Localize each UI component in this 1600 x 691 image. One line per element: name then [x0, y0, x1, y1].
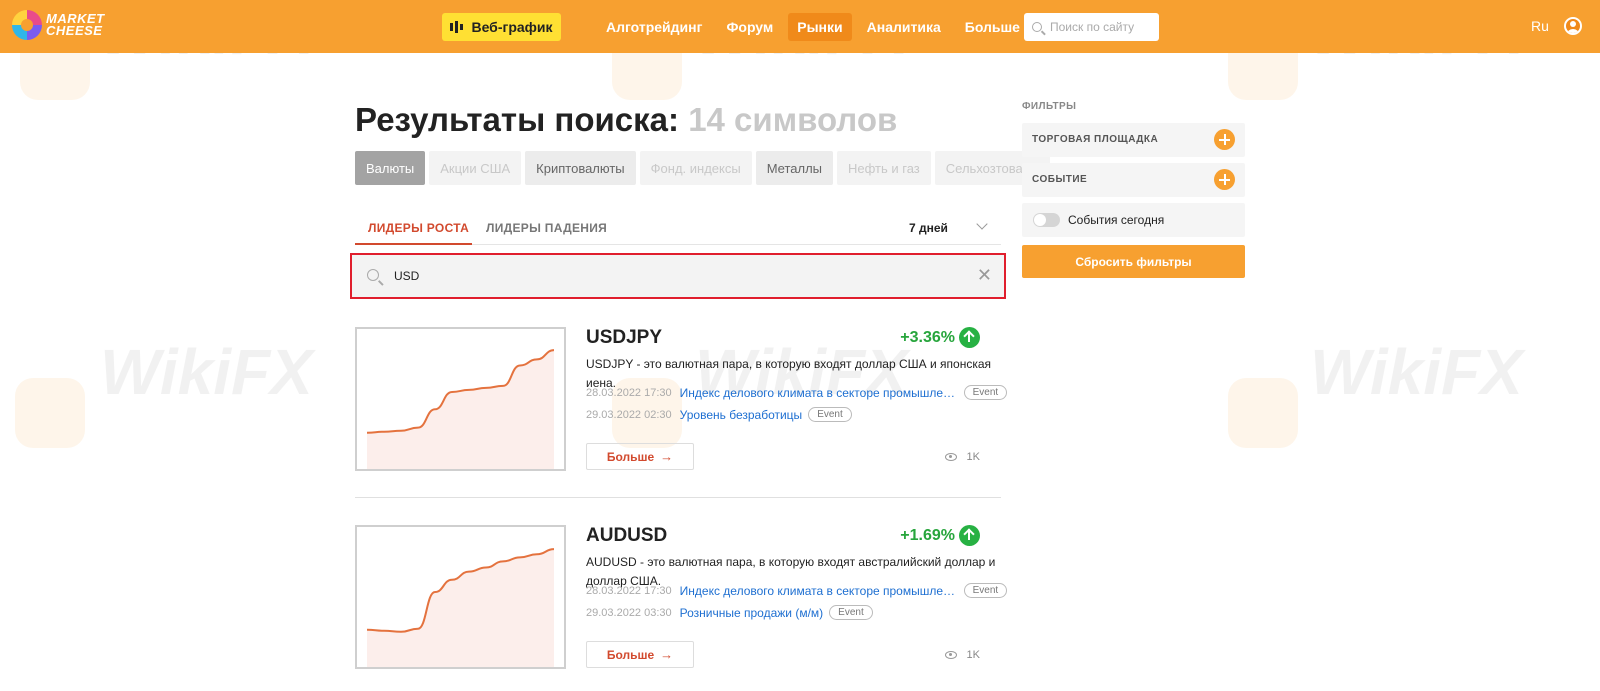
event-link[interactable]: Уровень безработицы — [680, 408, 803, 422]
web-chart-button[interactable]: Веб-график — [442, 13, 561, 41]
period-select[interactable]: 7 дней — [909, 221, 948, 235]
search-icon — [1032, 22, 1042, 32]
sparkline-chart[interactable] — [355, 327, 566, 471]
user-account-icon[interactable] — [1564, 17, 1582, 35]
symbol-search-input[interactable] — [394, 263, 934, 289]
results-count: 14 символов — [688, 101, 898, 138]
event-time: 29.03.2022 03:30 — [586, 606, 672, 619]
eye-icon — [944, 651, 957, 659]
plus-icon[interactable] — [1214, 169, 1235, 190]
category-oil-gas: Нефть и газ — [837, 151, 931, 185]
nav-item-forum[interactable]: Форум — [717, 13, 782, 41]
filters-title: ФИЛЬТРЫ — [1022, 101, 1077, 112]
eye-icon — [944, 453, 957, 461]
events-today-label: События сегодня — [1068, 213, 1165, 227]
event-tag: Event — [963, 385, 1008, 400]
category-filter: Валюты Акции США Криптовалюты Фонд. инде… — [355, 151, 1051, 185]
sparkline-svg — [366, 548, 555, 667]
event-tag: Event — [808, 407, 852, 422]
event-row: 29.03.2022 02:30 Уровень безработицы Eve… — [586, 407, 852, 422]
language-switcher[interactable]: Ru — [1531, 18, 1549, 34]
event-link[interactable]: Розничные продажи (м/м) — [680, 606, 824, 620]
tab-growth-leaders[interactable]: ЛИДЕРЫ РОСТА — [368, 221, 469, 235]
watermark-badge — [1228, 378, 1298, 448]
active-tab-indicator — [355, 243, 472, 245]
chevron-down-icon[interactable] — [976, 218, 988, 230]
top-header: MARKET CHEESE Веб-график Алготрейдинг Фо… — [0, 0, 1600, 53]
price-change: +3.36% — [900, 329, 955, 346]
category-currencies[interactable]: Валюты — [355, 151, 426, 185]
category-crypto[interactable]: Криптовалюты — [525, 151, 636, 185]
nav-item-algotrading[interactable]: Алготрейдинг — [597, 13, 711, 41]
symbol-search: ✕ — [350, 253, 1006, 299]
event-time: 28.03.2022 17:30 — [586, 584, 672, 597]
logo-text: MARKET CHEESE — [46, 12, 105, 38]
sparkline-area — [367, 350, 554, 469]
event-time: 28.03.2022 17:30 — [586, 386, 672, 399]
more-button-label: Больше — [606, 449, 655, 464]
arrow-right-icon: → — [660, 647, 674, 662]
views-count: 1K — [944, 451, 980, 463]
leaders-tabs: ЛИДЕРЫ РОСТА ЛИДЕРЫ ПАДЕНИЯ 7 дней — [355, 210, 1001, 245]
logo-text-line2: CHEESE — [46, 23, 103, 38]
sparkline-chart[interactable] — [355, 525, 566, 669]
sparkline-area — [367, 549, 554, 667]
arrow-right-icon: → — [660, 449, 674, 464]
event-row: 29.03.2022 03:30 Розничные продажи (м/м)… — [586, 605, 873, 620]
page-title-main: Результаты поиска: — [355, 101, 680, 138]
event-tag: Event — [829, 605, 873, 620]
filter-event[interactable]: СОБЫТИЕ — [1022, 163, 1245, 197]
more-button[interactable]: Больше → — [586, 641, 694, 668]
search-icon — [367, 269, 379, 281]
arrow-up-icon — [959, 525, 980, 546]
views-value: 1K — [966, 649, 980, 661]
web-chart-label: Веб-график — [471, 19, 553, 35]
watermark-badge — [15, 378, 85, 448]
sparkline-svg — [366, 349, 555, 469]
filter-events-today: События сегодня — [1022, 203, 1245, 237]
watermark: WikiFX — [100, 336, 313, 408]
event-row: 28.03.2022 17:30 Индекс делового климата… — [586, 583, 1008, 598]
more-button[interactable]: Больше → — [586, 443, 694, 470]
views-count: 1K — [944, 649, 980, 661]
tab-decline-leaders[interactable]: ЛИДЕРЫ ПАДЕНИЯ — [486, 221, 607, 235]
arrow-up-icon — [959, 327, 980, 348]
category-indices: Фонд. индексы — [639, 151, 752, 185]
page-title: Результаты поиска: 14 символов — [355, 101, 897, 139]
category-metals[interactable]: Металлы — [755, 151, 834, 185]
reset-filters-button[interactable]: Сбросить фильтры — [1022, 245, 1245, 278]
event-time: 29.03.2022 02:30 — [586, 408, 672, 421]
symbol-name[interactable]: USDJPY — [586, 327, 662, 349]
watermark: WikiFX — [1310, 336, 1523, 408]
site-search-input[interactable]: Поиск по сайту — [1024, 13, 1159, 41]
close-icon[interactable]: ✕ — [977, 266, 992, 284]
result-card: AUDUSD +1.69% AUDUSD - это валютная пара… — [355, 525, 1008, 691]
price-change: +1.69% — [900, 527, 955, 544]
page: WikiFX WikiFX WikiFX WikiFX WikiFX WikiF… — [0, 0, 1600, 691]
main-nav: Алготрейдинг Форум Рынки Аналитика Больш… — [597, 0, 1035, 53]
symbol-name[interactable]: AUDUSD — [586, 525, 667, 547]
candlestick-icon — [450, 21, 464, 33]
divider — [355, 497, 1001, 498]
filter-label: ТОРГОВАЯ ПЛОЩАДКА — [1032, 134, 1159, 145]
site-logo[interactable]: MARKET CHEESE — [12, 10, 105, 40]
plus-icon[interactable] — [1214, 129, 1235, 150]
nav-item-analytics[interactable]: Аналитика — [858, 13, 950, 41]
event-link[interactable]: Индекс делового климата в секторе промыш… — [680, 584, 958, 598]
event-link[interactable]: Индекс делового климата в секторе промыш… — [680, 386, 958, 400]
more-button-label: Больше — [606, 647, 655, 662]
event-row: 28.03.2022 17:30 Индекс делового климата… — [586, 385, 1008, 400]
filter-label: СОБЫТИЕ — [1032, 174, 1088, 185]
site-search-placeholder: Поиск по сайту — [1050, 20, 1135, 34]
event-tag: Event — [963, 583, 1008, 598]
category-us-stocks: Акции США — [429, 151, 522, 185]
nav-item-more[interactable]: Больше — [956, 13, 1029, 41]
result-card: USDJPY +3.36% USDJPY - это валютная пара… — [355, 327, 1008, 493]
filter-trading-platform[interactable]: ТОРГОВАЯ ПЛОЩАДКА — [1022, 123, 1245, 157]
nav-item-markets[interactable]: Рынки — [788, 12, 852, 41]
logo-icon — [12, 10, 42, 40]
events-today-toggle[interactable] — [1033, 213, 1060, 227]
views-value: 1K — [966, 451, 980, 463]
